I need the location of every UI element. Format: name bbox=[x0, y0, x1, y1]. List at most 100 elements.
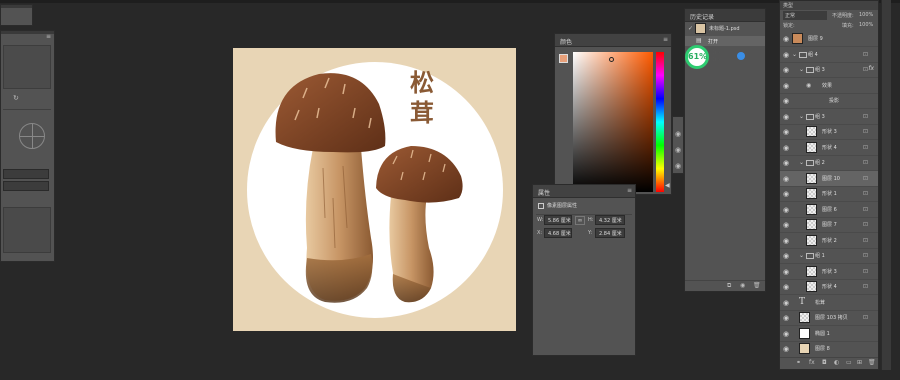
color-panel-menu-icon[interactable]: ≡ bbox=[663, 36, 668, 43]
layer-row[interactable]: ◉ ⌄ 组 1 ⊡ bbox=[780, 248, 878, 264]
layer-row[interactable]: ◉ 图层 8 bbox=[780, 341, 878, 356]
left-swatch-grid[interactable] bbox=[3, 45, 51, 89]
layer-row[interactable]: ◉ 形状 3 ⊡ bbox=[780, 264, 878, 280]
color-picker-ring[interactable] bbox=[609, 57, 614, 62]
hue-slider[interactable] bbox=[656, 52, 664, 192]
properties-menu-icon[interactable]: ≡ bbox=[627, 187, 632, 194]
zoom-widget[interactable]: 61% 0K/s 0K/s bbox=[685, 45, 747, 69]
color-field[interactable] bbox=[573, 52, 653, 192]
left-field-2[interactable] bbox=[3, 181, 49, 191]
chevron-down-icon[interactable]: ⌄ bbox=[792, 51, 797, 58]
layer-row[interactable]: ◉ 形状 4 ⊡ bbox=[780, 279, 878, 295]
layer-row[interactable]: ◉ ⌄ 组 4 ⊡ bbox=[780, 47, 878, 63]
lock-icon: ⊡ bbox=[862, 174, 868, 182]
strip-eye-icon-3[interactable]: ◉ bbox=[675, 163, 681, 170]
visibility-eye-icon[interactable]: ◉ bbox=[783, 345, 789, 353]
layer-row[interactable]: ◉ 形状 2 ⊡ bbox=[780, 233, 878, 249]
layer-row[interactable]: ◉ 形状 3 ⊡ bbox=[780, 124, 878, 140]
visibility-eye-icon[interactable]: ◉ bbox=[783, 252, 789, 260]
layer-thumbnail bbox=[806, 126, 817, 137]
filter-kind-label: 类型 bbox=[783, 3, 794, 9]
visibility-eye-icon[interactable]: ◉ bbox=[783, 82, 789, 90]
layer-row[interactable]: ◉ ◉ 效果 bbox=[780, 78, 878, 94]
layers-filter-row[interactable]: 类型 bbox=[780, 1, 878, 10]
link-layers-icon[interactable]: ⚭ bbox=[796, 360, 801, 366]
layer-row[interactable]: ◉ 形状 1 ⊡ bbox=[780, 186, 878, 202]
w-input[interactable]: 5.86 厘米 bbox=[544, 215, 572, 225]
layer-thumbnail bbox=[806, 219, 817, 230]
delete-layer-icon[interactable]: 🗑 bbox=[868, 360, 876, 366]
layer-name: 松茸 bbox=[815, 299, 826, 306]
lock-label: 锁定: bbox=[783, 23, 795, 29]
opacity-value[interactable]: 100% bbox=[859, 12, 873, 18]
visibility-eye-icon[interactable]: ◉ bbox=[783, 314, 789, 322]
left-panel-menu-icon[interactable]: ≡ bbox=[46, 33, 51, 40]
layer-name: 图层 9 bbox=[808, 36, 823, 42]
visibility-eye-icon[interactable]: ◉ bbox=[783, 128, 789, 136]
layer-name: 形状 3 bbox=[822, 268, 837, 275]
fill-label: 填充: bbox=[842, 23, 854, 29]
right-dock-scrollbar[interactable] bbox=[881, 0, 891, 370]
layer-row[interactable]: ◉ 形状 4 ⊡ bbox=[780, 140, 878, 156]
visibility-eye-icon[interactable]: ◉ bbox=[783, 190, 789, 198]
layer-row[interactable]: ◉ 图层 9 bbox=[780, 31, 878, 47]
x-input[interactable]: 4.68 厘米 bbox=[544, 228, 572, 238]
visibility-eye-icon[interactable]: ◉ bbox=[783, 175, 789, 183]
layer-name: 图层 6 bbox=[822, 206, 837, 213]
effect-eye-icon[interactable]: ◉ bbox=[806, 82, 811, 89]
chevron-down-icon[interactable]: ⌄ bbox=[799, 113, 804, 120]
crosshair-dial-icon[interactable] bbox=[19, 123, 45, 149]
y-input[interactable]: 2.84 厘米 bbox=[595, 228, 625, 238]
mask-icon[interactable]: ◘ bbox=[822, 360, 827, 366]
layer-row[interactable]: ◉ 投影 bbox=[780, 93, 878, 109]
layer-row[interactable]: ◉ ⌄ 组 3 ⊡ fx bbox=[780, 62, 878, 78]
layer-row[interactable]: ◉ 图层 103 拷贝 ⊡ bbox=[780, 310, 878, 326]
strip-eye-icon-2[interactable]: ◉ bbox=[675, 147, 681, 154]
strip-eye-icon-1[interactable]: ◉ bbox=[675, 131, 681, 138]
visibility-eye-icon[interactable]: ◉ bbox=[783, 113, 789, 121]
left-field-1[interactable] bbox=[3, 169, 49, 179]
visibility-eye-icon[interactable]: ◉ bbox=[783, 144, 789, 152]
visibility-eye-icon[interactable]: ◉ bbox=[783, 299, 789, 307]
chevron-down-icon[interactable]: ⌄ bbox=[799, 159, 804, 166]
layer-thumbnail bbox=[799, 343, 810, 354]
visibility-eye-icon[interactable]: ◉ bbox=[783, 159, 789, 167]
hue-slider-handle[interactable]: ◀ bbox=[665, 182, 670, 189]
visibility-eye-icon[interactable]: ◉ bbox=[783, 51, 789, 59]
layer-row[interactable]: ◉ 图层 10 ⊡ bbox=[780, 170, 878, 187]
blend-mode-select[interactable]: 正常 bbox=[783, 11, 827, 20]
layer-name: 形状 1 bbox=[822, 191, 837, 197]
h-input[interactable]: 4.32 厘米 bbox=[595, 215, 625, 225]
visibility-eye-icon[interactable]: ◉ bbox=[783, 35, 789, 43]
adjustment-icon[interactable]: ◐ bbox=[834, 360, 839, 366]
layer-row[interactable]: ◉ T 松茸 bbox=[780, 295, 878, 311]
chevron-down-icon[interactable]: ⌄ bbox=[799, 252, 804, 259]
group-folder-icon[interactable]: ▭ bbox=[846, 360, 852, 366]
lock-icon: ⊡ bbox=[862, 112, 868, 120]
visibility-eye-icon[interactable]: ◉ bbox=[783, 206, 789, 214]
history-snapshot-row[interactable]: ✓ 未标题-1.psd bbox=[685, 22, 765, 36]
visibility-eye-icon[interactable]: ◉ bbox=[783, 237, 789, 245]
visibility-eye-icon[interactable]: ◉ bbox=[783, 330, 789, 338]
visibility-eye-icon[interactable]: ◉ bbox=[783, 97, 789, 105]
visibility-eye-icon[interactable]: ◉ bbox=[783, 66, 789, 74]
new-document-icon[interactable]: ⧉ bbox=[727, 283, 731, 289]
fill-value[interactable]: 100% bbox=[859, 22, 873, 28]
trash-icon[interactable]: 🗑 bbox=[753, 283, 761, 289]
fx-icon[interactable]: fx bbox=[809, 360, 815, 366]
layer-row[interactable]: ◉ ⌄ 组 2 ⊡ bbox=[780, 155, 878, 171]
new-layer-icon[interactable]: ⊞ bbox=[857, 360, 862, 366]
camera-icon[interactable]: ◉ bbox=[740, 283, 745, 289]
visibility-eye-icon[interactable]: ◉ bbox=[783, 283, 789, 291]
layer-row[interactable]: ◉ ⌄ 组 3 ⊡ bbox=[780, 109, 878, 125]
visibility-eye-icon[interactable]: ◉ bbox=[783, 268, 789, 276]
foreground-color-swatch[interactable] bbox=[559, 54, 568, 63]
link-dimensions-icon[interactable]: ∞ bbox=[575, 216, 585, 225]
reset-icon[interactable]: ↻ bbox=[13, 95, 19, 102]
layer-row[interactable]: ◉ 图层 7 ⊡ bbox=[780, 217, 878, 233]
layer-row[interactable]: ◉ 图层 6 ⊡ bbox=[780, 202, 878, 218]
chevron-down-icon[interactable]: ⌄ bbox=[799, 66, 804, 73]
document-canvas[interactable]: 松茸 bbox=[233, 48, 516, 331]
layer-row[interactable]: ◉ 椭圆 1 bbox=[780, 326, 878, 342]
visibility-eye-icon[interactable]: ◉ bbox=[783, 221, 789, 229]
